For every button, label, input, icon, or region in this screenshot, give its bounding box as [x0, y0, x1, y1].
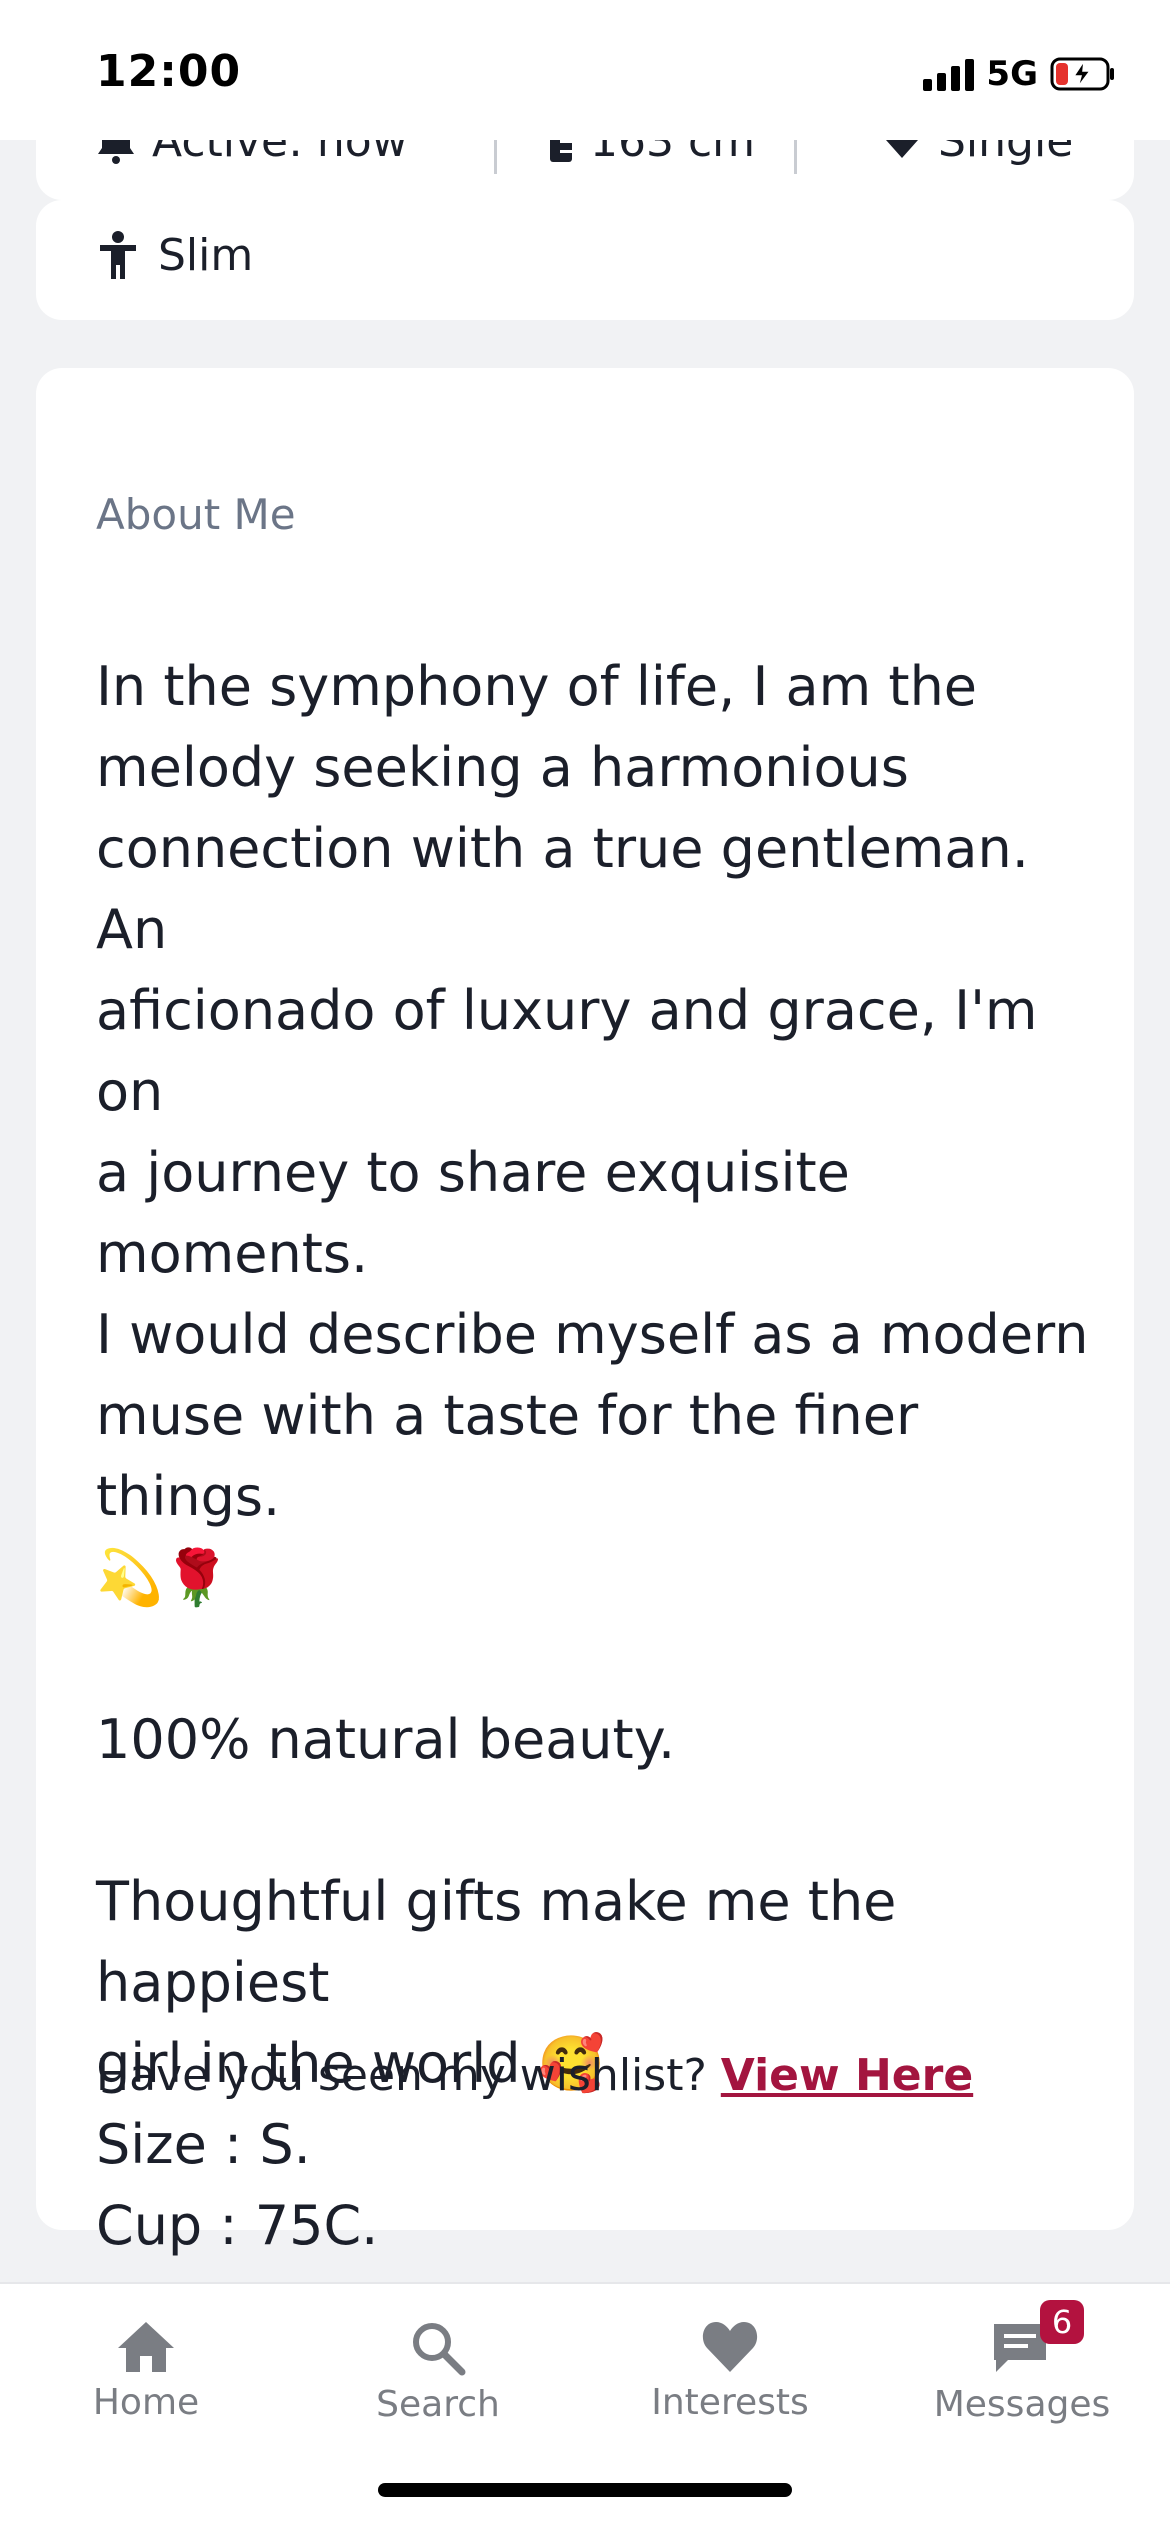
wishlist-prompt: Have you seen my wishlist? View Here — [96, 2050, 973, 2101]
home-indicator[interactable] — [378, 2483, 792, 2497]
size-line: Size : S. — [96, 2113, 311, 2176]
person-icon — [100, 230, 136, 279]
status-time: 12:00 — [96, 46, 242, 97]
heart-icon — [886, 140, 918, 158]
bio-line: melody seeking a harmonious — [96, 736, 909, 799]
bio-line: muse with a taste for the finer things. — [96, 1384, 919, 1528]
home-icon — [118, 2322, 174, 2372]
heart-icon — [702, 2322, 758, 2372]
bio-line: aficionado of luxury and grace, I'm on — [96, 979, 1038, 1123]
profile-attributes-row: Active: now 163 cm Single — [0, 140, 1170, 200]
battery-charging-icon — [1050, 57, 1114, 91]
body-type-attribute: Slim — [98, 230, 253, 281]
nav-home[interactable]: Home — [36, 2320, 256, 2423]
activity-text: Active: now — [152, 140, 408, 167]
natural-beauty-line: 100% natural beauty. — [96, 1708, 676, 1771]
body-type-text: Slim — [158, 230, 254, 281]
nav-messages[interactable]: 6 Messages — [912, 2300, 1132, 2425]
wishlist-prompt-text: Have you seen my wishlist? — [96, 2050, 721, 2101]
status-indicators: 5G — [923, 54, 1116, 94]
nav-search-label: Search — [376, 2384, 500, 2425]
view-wishlist-link[interactable]: View Here — [721, 2050, 973, 2101]
attribute-divider — [494, 140, 497, 174]
nav-home-label: Home — [92, 2382, 200, 2423]
signal-icon — [923, 57, 975, 91]
gifts-line: Thoughtful gifts make me the happiest — [96, 1870, 897, 2014]
height-text: 163 cm — [590, 140, 756, 167]
height-attribute: 163 cm — [548, 140, 755, 167]
relationship-text: Single — [938, 140, 1074, 167]
relationship-attribute: Single — [882, 140, 1073, 167]
bio-line: connection with a true gentleman. An — [96, 817, 1029, 961]
messages-icon-wrap: 6 — [992, 2300, 1084, 2376]
status-bar: 12:00 5G — [0, 0, 1170, 140]
messages-badge: 6 — [1040, 2300, 1084, 2344]
bell-icon — [98, 140, 134, 164]
nav-interests-label: Interests — [651, 2382, 809, 2423]
nav-search[interactable]: Search — [328, 2320, 548, 2425]
bio-line: I would describe myself as a modern — [96, 1303, 1089, 1366]
network-label: 5G — [986, 54, 1038, 94]
profile-screen: Active: now 163 cm Single Slim About Me … — [0, 0, 1170, 2532]
search-icon — [413, 2323, 466, 2376]
nav-messages-label: Messages — [933, 2384, 1111, 2425]
body-type-card: Slim — [36, 200, 1134, 320]
nav-interests[interactable]: Interests — [620, 2320, 840, 2423]
bio-line: a journey to share exquisite moments. — [96, 1141, 850, 1285]
about-me-title: About Me — [96, 490, 296, 539]
cup-line: Cup : 75C. — [96, 2194, 379, 2257]
ruler-icon — [550, 140, 572, 162]
about-me-card: About Me In the symphony of life, I am t… — [36, 368, 1134, 2338]
emoji-line: 💫🌹 — [96, 1546, 231, 1609]
activity-attribute: Active: now — [96, 140, 408, 167]
attribute-divider — [794, 140, 797, 174]
bio-line: In the symphony of life, I am the — [96, 655, 978, 718]
